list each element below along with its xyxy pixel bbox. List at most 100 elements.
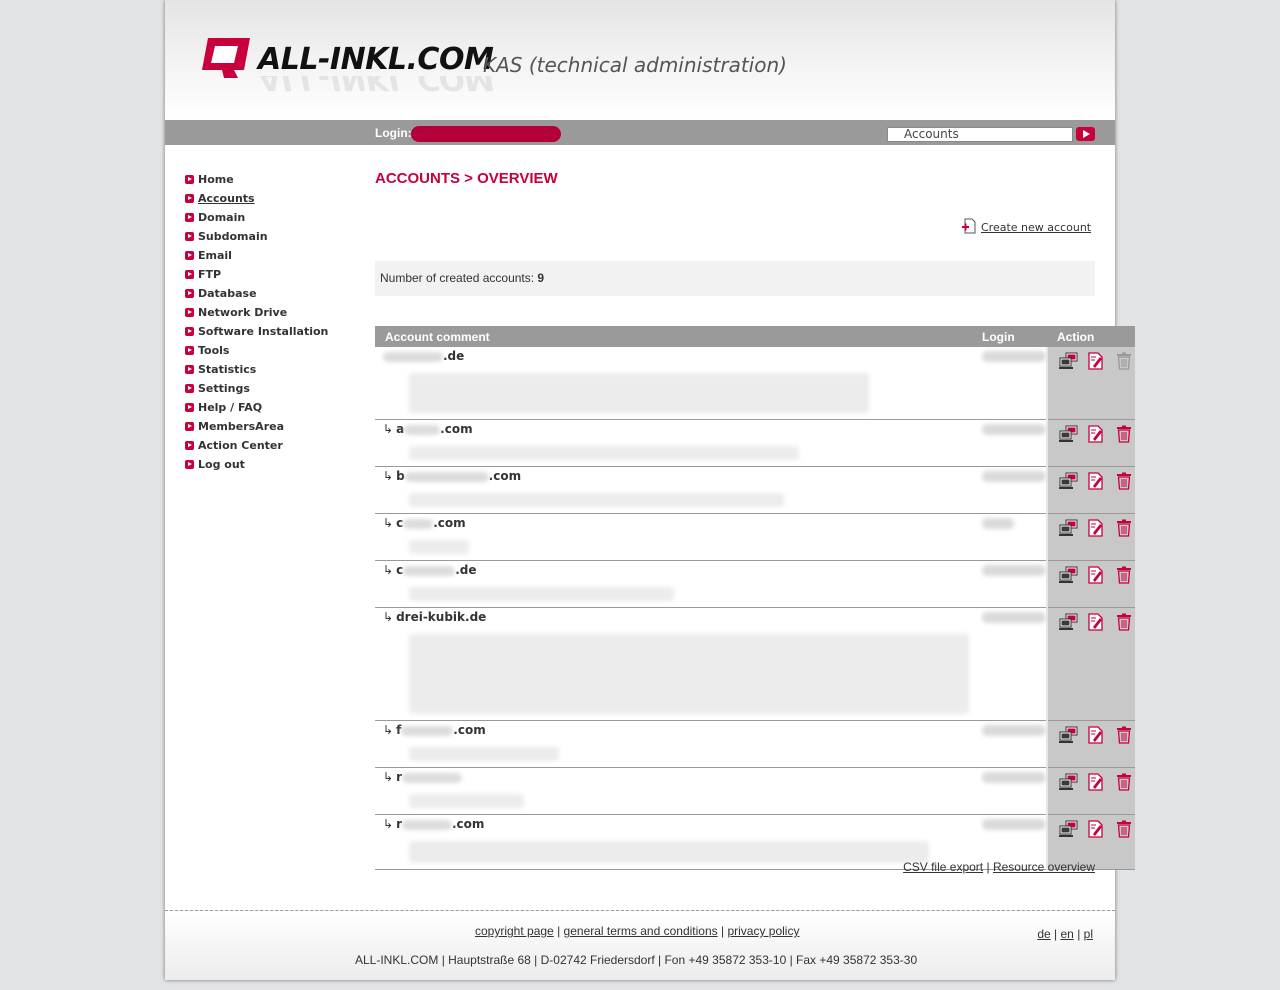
login-value-redacted: [411, 126, 561, 142]
redacted-domain-list: [409, 540, 469, 554]
sidebar-item-action-center[interactable]: Action Center: [185, 436, 365, 455]
redacted-login: [982, 725, 1046, 736]
sidebar-item-database[interactable]: Database: [185, 284, 365, 303]
sidebar-item-subdomain[interactable]: Subdomain: [185, 227, 365, 246]
trash-icon[interactable]: [1114, 820, 1135, 838]
table-row: ↳ f .com: [375, 720, 1135, 768]
sidebar-item-help-faq[interactable]: Help / FAQ: [185, 398, 365, 417]
action-cell: [1046, 347, 1135, 420]
edit-document-icon[interactable]: [1086, 820, 1107, 838]
account-count-label: Number of created accounts:: [380, 271, 535, 285]
sidebar-item-label: Settings: [198, 382, 250, 395]
kas-login-icon[interactable]: [1058, 519, 1079, 537]
table-bottom-links: CSV file export | Resource overview: [903, 860, 1095, 874]
sidebar-item-tools[interactable]: Tools: [185, 341, 365, 360]
bullet-arrow-icon: [185, 289, 194, 298]
bullet-arrow-icon: [185, 327, 194, 336]
sidebar-item-label: FTP: [198, 268, 222, 281]
bullet-arrow-icon: [185, 384, 194, 393]
sidebar-item-membersarea[interactable]: MembersArea: [185, 417, 365, 436]
bullet-arrow-icon: [185, 308, 194, 317]
link-separator: |: [720, 924, 725, 938]
redacted-domain-list: [409, 794, 524, 808]
lang-pl-link[interactable]: pl: [1084, 927, 1093, 941]
kas-login-icon[interactable]: [1058, 352, 1079, 370]
account-name-suffix: .com: [440, 422, 473, 436]
sub-account-arrow-icon: ↳: [383, 610, 394, 624]
action-cell: [1046, 607, 1135, 721]
sub-account-arrow-icon: ↳: [383, 469, 394, 483]
redacted-domain-list: [409, 634, 969, 714]
redacted-text: [403, 565, 456, 576]
account-comment-cell: ↳ c .com: [375, 513, 979, 561]
privacy-link[interactable]: privacy policy: [727, 924, 799, 938]
account-comment-cell: .de: [375, 347, 979, 420]
kas-login-icon[interactable]: [1058, 773, 1079, 791]
lang-de-link[interactable]: de: [1037, 927, 1050, 941]
header-login: Login: [979, 326, 1047, 347]
sidebar-item-ftp[interactable]: FTP: [185, 265, 365, 284]
edit-document-icon[interactable]: [1086, 726, 1107, 744]
trash-icon[interactable]: [1114, 773, 1135, 791]
sidebar-nav: Home Accounts Domain Subdomain Email FTP Datab…: [185, 170, 365, 474]
trash-icon[interactable]: [1114, 726, 1135, 744]
sidebar-item-settings[interactable]: Settings: [185, 379, 365, 398]
link-separator: |: [1054, 927, 1058, 941]
search-input[interactable]: Accounts: [887, 127, 1073, 142]
sidebar-item-accounts[interactable]: Accounts: [185, 189, 365, 208]
trash-icon[interactable]: [1114, 472, 1135, 490]
lang-en-link[interactable]: en: [1060, 927, 1073, 941]
edit-document-icon[interactable]: [1086, 352, 1107, 370]
redacted-text: [401, 772, 462, 783]
bullet-arrow-icon: [185, 194, 194, 203]
copyright-link[interactable]: copyright page: [475, 924, 554, 938]
kas-login-icon[interactable]: [1058, 566, 1079, 584]
header-account-comment: Account comment: [375, 326, 979, 347]
edit-document-icon[interactable]: [1086, 613, 1107, 631]
sub-account-arrow-icon: ↳: [383, 817, 394, 831]
kas-login-icon[interactable]: [1058, 425, 1079, 443]
logo-text: ALL-INKL.COM: [258, 42, 494, 77]
account-name-suffix: .com: [453, 723, 486, 737]
sidebar-item-network-drive[interactable]: Network Drive: [185, 303, 365, 322]
kas-login-icon[interactable]: [1058, 726, 1079, 744]
edit-document-icon[interactable]: [1086, 773, 1107, 791]
sub-account-arrow-icon: ↳: [383, 563, 394, 577]
bullet-arrow-icon: [185, 232, 194, 241]
sidebar-item-label: Domain: [198, 211, 246, 224]
sidebar-item-home[interactable]: Home: [185, 170, 365, 189]
trash-icon[interactable]: [1114, 566, 1135, 584]
language-switch: de | en | pl: [1037, 927, 1093, 941]
kas-login-icon[interactable]: [1058, 472, 1079, 490]
header-action: Action: [1047, 326, 1135, 347]
edit-document-icon[interactable]: [1086, 566, 1107, 584]
create-account-link[interactable]: Create new account: [961, 218, 1091, 234]
sidebar-item-software-installation[interactable]: Software Installation: [185, 322, 365, 341]
trash-icon[interactable]: [1114, 519, 1135, 537]
sidebar-item-domain[interactable]: Domain: [185, 208, 365, 227]
redacted-login: [982, 424, 1046, 435]
page-title: ACCOUNTS > OVERVIEW: [375, 170, 558, 187]
sidebar-item-email[interactable]: Email: [185, 246, 365, 265]
redacted-login: [982, 565, 1046, 576]
kas-login-icon[interactable]: [1058, 820, 1079, 838]
trash-icon[interactable]: [1114, 425, 1135, 443]
bullet-arrow-icon: [185, 460, 194, 469]
sidebar-item-log-out[interactable]: Log out: [185, 455, 365, 474]
edit-document-icon[interactable]: [1086, 425, 1107, 443]
terms-link[interactable]: general terms and conditions: [564, 924, 718, 938]
login-cell: [979, 466, 1047, 514]
bullet-arrow-icon: [185, 175, 194, 184]
account-name: ↳ b .com: [375, 467, 979, 485]
sidebar-item-label: Email: [198, 249, 232, 262]
sidebar-item-statistics[interactable]: Statistics: [185, 360, 365, 379]
trash-icon[interactable]: [1114, 613, 1135, 631]
kas-login-icon[interactable]: [1058, 613, 1079, 631]
table-row: ↳ a .com: [375, 419, 1135, 467]
edit-document-icon[interactable]: [1086, 472, 1107, 490]
csv-export-link[interactable]: CSV file export: [903, 860, 983, 874]
search-go-button[interactable]: [1076, 127, 1095, 141]
sidebar-item-label: Subdomain: [198, 230, 268, 243]
resource-overview-link[interactable]: Resource overview: [993, 860, 1095, 874]
edit-document-icon[interactable]: [1086, 519, 1107, 537]
